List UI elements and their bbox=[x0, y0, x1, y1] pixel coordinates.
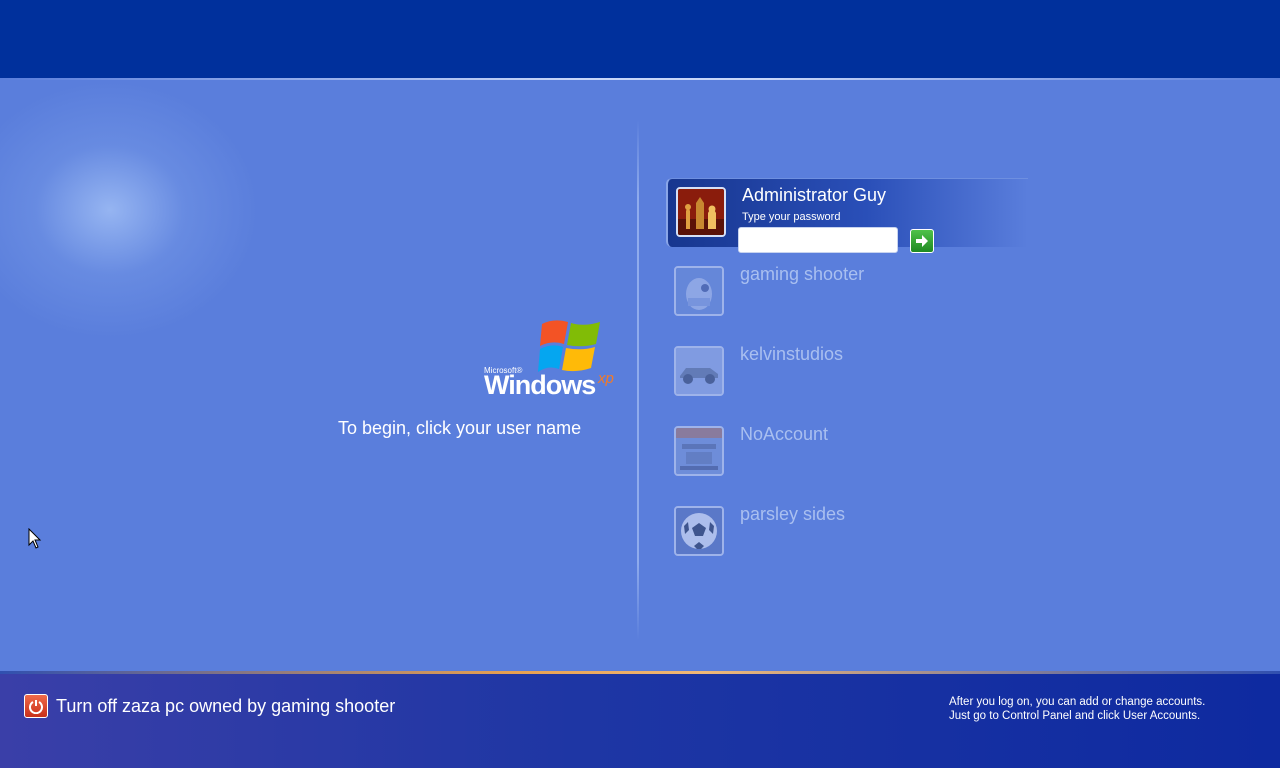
user-tile-noaccount[interactable]: NoAccount bbox=[666, 418, 1026, 486]
turn-off-computer-button[interactable]: Turn off zaza pc owned by gaming shooter bbox=[24, 694, 395, 718]
user-tile-kelvinstudios[interactable]: kelvinstudios bbox=[666, 338, 1026, 406]
race-car-avatar-icon bbox=[674, 346, 724, 396]
user-name: parsley sides bbox=[740, 504, 846, 524]
user-name: NoAccount bbox=[740, 424, 829, 444]
accounts-info-text: After you log on, you can add or change … bbox=[949, 695, 1269, 723]
airplane-avatar-icon bbox=[674, 426, 724, 476]
user-tile-administrator-guy[interactable]: Administrator Guy Type your password bbox=[666, 178, 1028, 253]
log-on-arrow-button[interactable] bbox=[910, 229, 934, 253]
background-glow bbox=[0, 80, 260, 340]
logo-xp-text: xp bbox=[598, 370, 614, 387]
user-name: kelvinstudios bbox=[740, 344, 844, 364]
mouse-pointer-icon bbox=[28, 528, 42, 549]
main-area bbox=[0, 80, 1280, 672]
welcome-screen: Microsoft® Windows xp To begin, click yo… bbox=[0, 0, 1280, 768]
begin-instruction: To begin, click your user name bbox=[338, 418, 582, 438]
password-hint: Type your password bbox=[742, 211, 841, 223]
user-tile-parsley-sides[interactable]: parsley sides bbox=[666, 498, 1026, 566]
soccer-ball-avatar-icon bbox=[674, 506, 724, 556]
top-band bbox=[0, 0, 1280, 78]
user-name: gaming shooter bbox=[740, 264, 865, 284]
user-name: Administrator Guy bbox=[742, 185, 887, 205]
windows-xp-logo: Microsoft® Windows xp bbox=[482, 314, 622, 404]
password-input[interactable] bbox=[738, 227, 898, 253]
robot-avatar-icon bbox=[674, 266, 724, 316]
chess-avatar-icon bbox=[676, 187, 726, 237]
user-tile-gaming-shooter[interactable]: gaming shooter bbox=[666, 258, 1026, 326]
power-icon bbox=[24, 694, 48, 718]
logo-windows-text: Windows bbox=[484, 370, 596, 400]
vertical-divider bbox=[637, 120, 639, 640]
arrow-right-icon bbox=[916, 235, 928, 247]
windows-flag-icon bbox=[538, 320, 600, 372]
info-line-2: Just go to Control Panel and click User … bbox=[949, 710, 1201, 722]
turn-off-label: Turn off zaza pc owned by gaming shooter bbox=[56, 695, 396, 716]
info-line-1: After you log on, you can add or change … bbox=[949, 696, 1206, 708]
